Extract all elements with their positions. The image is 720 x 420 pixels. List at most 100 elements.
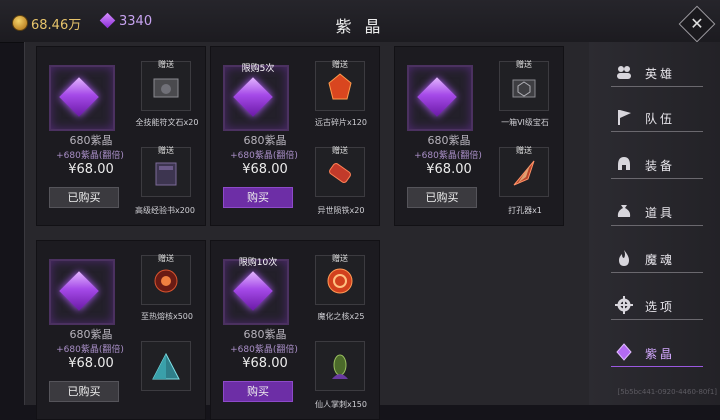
gift-tag: 赠送 [332,146,348,155]
gift-tag: 赠送 [158,60,174,69]
product-price: ¥68.00 [426,162,472,177]
shop-content: 680紫晶 +680紫晶(翻倍) ¥68.00 已购买 赠送 全技能符文石x20… [24,42,591,420]
nav-label: 英雄 [645,67,676,81]
product-bonus: +680紫晶(翻倍) [56,151,124,161]
pyramid-crystal-icon [152,352,180,380]
product-bonus: +680紫晶(翻倍) [230,151,298,161]
gift-item[interactable]: 赠送 [141,254,191,305]
helmet-icon [618,157,630,170]
gift-item[interactable] [141,341,191,391]
gift-label: 异世陨铁x20 [317,206,365,215]
shop-card: 680紫晶 +680紫晶(翻倍) ¥68.00 已购买 赠送 至热熔核x500 [36,240,206,420]
close-icon[interactable]: ✕ [688,13,706,35]
nav-label: 选项 [645,300,676,314]
gift-item[interactable]: 赠送 [499,146,549,197]
flag-icon [618,110,631,125]
demon-core-icon [327,268,353,294]
nav-item-options[interactable]: 选项 [611,290,703,320]
gift-tag: 赠送 [158,146,174,155]
buy-button[interactable]: 购买 [223,381,293,402]
nav-divider [611,86,703,87]
purchase-limit: 限购5次 [241,64,275,74]
gift-tag: 赠送 [158,254,174,263]
gift-item[interactable]: 赠送 [315,254,365,305]
nav-divider [611,272,703,273]
gift-item[interactable]: 赠送 [141,146,191,197]
nav-label: 道具 [645,206,676,220]
gift-label: 至热熔核x500 [140,312,193,321]
gift-item[interactable] [315,341,365,391]
gem-chest-icon [512,79,536,98]
purple-gem-icon [417,77,457,117]
gift-label: 打孔器x1 [508,206,542,215]
gear-icon [615,296,633,314]
session-id: [5b5bc441-0920-4460-80f1] [617,388,718,396]
product-bonus: +680紫晶(翻倍) [56,345,124,355]
nav-label: 魔魂 [645,253,676,267]
top-bar: 68.46万 3340 紫 晶 ✕ [0,0,720,43]
gem-slot [223,259,289,325]
gift-label: 远古碎片x120 [314,118,367,127]
product-price: ¥68.00 [242,356,288,371]
gem-slot [49,259,115,325]
hole-puncher-icon [513,160,535,186]
purchased-button[interactable]: 已购买 [49,187,119,208]
nav-divider [611,319,703,320]
purple-gem-icon [59,271,99,311]
sidebar-nav: 英雄 队伍 装备 道具 魔魂 选项 紫晶 [589,42,720,405]
gift-label: 一箱VI级宝石 [501,118,549,127]
purple-gem-icon [59,77,99,117]
gift-tag: 赠送 [516,60,532,69]
gift-item[interactable]: 赠送 [141,60,191,111]
nav-item-souls[interactable]: 魔魂 [611,243,703,273]
shop-card: 限购10次 680紫晶 +680紫晶(翻倍) ¥68.00 购买 赠送 魔化之核… [210,240,380,420]
nav-item-items[interactable]: 道具 [611,196,703,226]
nav-item-team[interactable]: 队伍 [611,102,703,132]
nav-divider [611,225,703,226]
ancient-shard-icon [328,73,352,100]
page-title: 紫 晶 [335,17,385,36]
exp-book-icon [155,162,177,186]
nav-divider [611,366,703,367]
gem-slot [407,65,473,131]
shop-card: 680紫晶 +680紫晶(翻倍) ¥68.00 已购买 赠送 一箱VI级宝石 赠… [394,46,564,226]
nav-divider [611,178,703,179]
gift-label: 高级经验书x200 [134,206,195,215]
product-price: ¥68.00 [68,162,114,177]
rune-chest-icon [153,78,179,98]
purchased-button[interactable]: 已购买 [407,187,477,208]
nav-item-heroes[interactable]: 英雄 [611,57,703,87]
shop-card: 限购5次 680紫晶 +680紫晶(翻倍) ¥68.00 购买 赠送 远古碎片x… [210,46,380,226]
nav-item-equipment[interactable]: 装备 [611,149,703,179]
gift-label: 全技能符文石x20 [135,118,199,127]
heroes-icon [617,66,631,79]
gift-tag: 赠送 [332,60,348,69]
gem-slot [223,65,289,131]
gem-slot [49,65,115,131]
gift-tag: 赠送 [516,146,532,155]
nav-divider [611,131,703,132]
purchased-button[interactable]: 已购买 [49,381,119,402]
meteor-iron-icon [329,163,351,183]
product-price: ¥68.00 [68,356,114,371]
buy-button[interactable]: 购买 [223,187,293,208]
product-bonus: +680紫晶(翻倍) [230,345,298,355]
gift-item[interactable]: 赠送 [315,146,365,197]
bag-icon [617,205,631,217]
shop-card: 680紫晶 +680紫晶(翻倍) ¥68.00 已购买 赠送 全技能符文石x20… [36,46,206,226]
gift-label: 魔化之核x25 [317,312,365,321]
product-name: 680紫晶 [427,134,471,147]
product-name: 680紫晶 [243,328,287,341]
purple-gem-icon [233,77,273,117]
cactus-thorn-icon [332,354,348,379]
nav-label: 装备 [645,159,676,173]
nav-item-amethyst[interactable]: 紫晶 [611,337,703,367]
gift-item[interactable]: 赠送 [315,60,365,111]
nav-label: 队伍 [645,112,676,126]
purple-gem-icon [233,271,273,311]
nav-label: 紫晶 [645,347,676,361]
gift-item[interactable]: 赠送 [499,60,549,111]
gift-tag: 赠送 [332,254,348,263]
molten-core-icon [154,269,178,293]
flame-icon [619,250,629,266]
